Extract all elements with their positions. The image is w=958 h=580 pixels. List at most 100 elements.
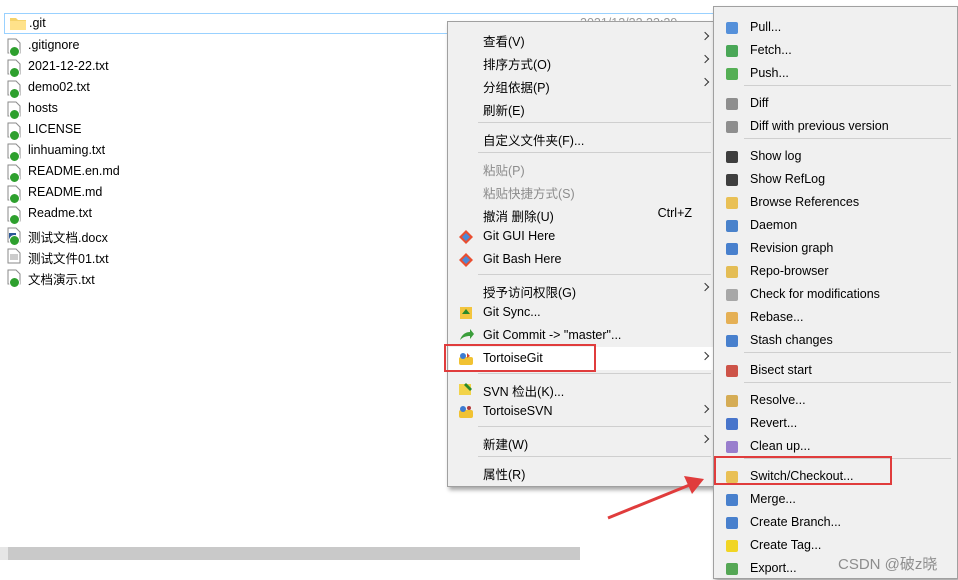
chevron-right-icon xyxy=(700,54,710,64)
file-icon xyxy=(7,185,21,204)
menu-item-label: Revision graph xyxy=(750,241,834,255)
menu-item-label: Bisect start xyxy=(750,363,812,377)
file-name: Readme.txt xyxy=(28,206,92,220)
menu-item-resolve[interactable]: Resolve... xyxy=(715,389,956,412)
file-row[interactable]: 测试文档.docx xyxy=(0,224,440,246)
menu-item-label: TortoiseSVN xyxy=(483,404,553,418)
menu-item-rebase[interactable]: Rebase... xyxy=(715,306,956,329)
file-icon xyxy=(7,101,21,120)
revision-graph-icon xyxy=(724,241,740,257)
menu-item-revert[interactable]: Revert... xyxy=(715,412,956,435)
svn-checkout-icon xyxy=(458,381,474,397)
menu-item-label: Resolve... xyxy=(750,393,806,407)
menu-item-label: 撤消 删除(U) xyxy=(483,210,554,224)
file-row[interactable]: .gitignore xyxy=(0,35,440,57)
menu-item-push[interactable]: Push... xyxy=(715,62,956,85)
file-row[interactable]: linhuaming.txt xyxy=(0,140,440,162)
menu-item-label: Diff xyxy=(750,96,769,110)
menu-item-git-sync[interactable]: Git Sync... xyxy=(449,301,716,324)
horizontal-scrollbar[interactable] xyxy=(0,547,580,560)
menu-item-undo-delete[interactable]: 撤消 删除(U) Ctrl+Z xyxy=(449,202,716,225)
menu-item-sort-by[interactable]: 排序方式(O) xyxy=(449,50,716,73)
file-row[interactable]: LICENSE xyxy=(0,119,440,141)
menu-separator xyxy=(478,373,711,374)
file-row[interactable]: Readme.txt xyxy=(0,203,440,225)
chevron-right-icon xyxy=(700,282,710,292)
file-icon xyxy=(7,164,21,183)
menu-item-customize-folder[interactable]: 自定义文件夹(F)... xyxy=(449,126,716,149)
menu-item-label: Stash changes xyxy=(750,333,833,347)
menu-item-refresh[interactable]: 刷新(E) xyxy=(449,96,716,119)
menu-item-label: Create Branch... xyxy=(750,515,842,529)
file-row[interactable]: hosts xyxy=(0,98,440,120)
menu-separator xyxy=(744,352,951,353)
file-row[interactable]: 文档演示.txt xyxy=(0,266,440,288)
menu-item-fetch[interactable]: Fetch... xyxy=(715,39,956,62)
menu-item-cleanup[interactable]: Clean up... xyxy=(715,435,956,458)
file-icon xyxy=(7,59,21,78)
menu-separator xyxy=(478,456,711,457)
chevron-right-icon xyxy=(700,77,710,87)
menu-item-browse-refs[interactable]: Browse References xyxy=(715,191,956,214)
resolve-icon xyxy=(724,393,740,409)
menu-item-shortcut: Ctrl+Z xyxy=(657,206,692,220)
show-log-icon xyxy=(724,149,740,165)
file-row[interactable]: README.md xyxy=(0,182,440,204)
create-branch-icon xyxy=(724,515,740,531)
menu-item-group-by[interactable]: 分组依据(P) xyxy=(449,73,716,96)
tortoisegit-highlight-box xyxy=(444,344,596,372)
menu-item-stash[interactable]: Stash changes xyxy=(715,329,956,352)
menu-item-bisect[interactable]: Bisect start xyxy=(715,359,956,382)
menu-item-revision-graph[interactable]: Revision graph xyxy=(715,237,956,260)
menu-item-label: Clean up... xyxy=(750,439,811,453)
menu-item-label: Pull... xyxy=(750,20,782,34)
git-diamond-icon xyxy=(458,252,474,268)
menu-item-grant-access[interactable]: 授予访问权限(G) xyxy=(449,278,716,301)
bisect-icon xyxy=(724,363,740,379)
file-row[interactable]: README.en.md xyxy=(0,161,440,183)
menu-item-label: Daemon xyxy=(750,218,798,232)
chevron-right-icon xyxy=(700,31,710,41)
menu-item-diff[interactable]: Diff xyxy=(715,92,956,115)
menu-item-diff-prev[interactable]: Diff with previous version xyxy=(715,115,956,138)
menu-item-daemon[interactable]: Daemon xyxy=(715,214,956,237)
file-name: 测试文件01.txt xyxy=(28,252,109,266)
menu-item-show-reflog[interactable]: Show RefLog xyxy=(715,168,956,191)
file-row[interactable]: demo02.txt xyxy=(0,77,440,99)
check-modifications-icon xyxy=(724,287,740,303)
menu-item-label: 刷新(E) xyxy=(483,104,525,118)
menu-item-view[interactable]: 查看(V) xyxy=(449,27,716,50)
menu-item-label: Git GUI Here xyxy=(483,229,556,243)
menu-item-tortoisesvn[interactable]: TortoiseSVN xyxy=(449,400,716,423)
menu-separator xyxy=(744,382,951,383)
word-doc-icon xyxy=(7,227,21,246)
menu-item-svn-checkout[interactable]: SVN 检出(K)... xyxy=(449,377,716,400)
menu-item-label: 分组依据(P) xyxy=(483,81,550,95)
menu-item-new[interactable]: 新建(W) xyxy=(449,430,716,453)
menu-item-label: Show RefLog xyxy=(750,172,826,186)
menu-item-repo-browser[interactable]: Repo-browser xyxy=(715,260,956,283)
menu-item-git-bash-here[interactable]: Git Bash Here xyxy=(449,248,716,271)
scrollbar-thumb[interactable] xyxy=(8,547,580,560)
menu-item-git-gui-here[interactable]: Git GUI Here xyxy=(449,225,716,248)
file-row[interactable]: 测试文件01.txt xyxy=(0,245,440,266)
chevron-right-icon xyxy=(700,351,710,361)
menu-item-show-log[interactable]: Show log xyxy=(715,145,956,168)
file-name: .gitignore xyxy=(28,38,80,52)
diff-previous-icon xyxy=(724,119,740,135)
file-row[interactable]: 2021-12-22.txt xyxy=(0,56,440,78)
switch-checkout-highlight-box xyxy=(714,456,892,485)
menu-item-label: Merge... xyxy=(750,492,796,506)
menu-item-pull[interactable]: Pull... xyxy=(715,16,956,39)
menu-item-paste-shortcut[interactable]: 粘贴快捷方式(S) xyxy=(449,179,716,202)
menu-separator xyxy=(744,85,951,86)
menu-item-paste[interactable]: 粘贴(P) xyxy=(449,156,716,179)
menu-item-label: Repo-browser xyxy=(750,264,829,278)
context-menu: 查看(V) 排序方式(O) 分组依据(P) 刷新(E) 自定义文件夹(F)...… xyxy=(447,21,718,487)
browse-references-icon xyxy=(724,195,740,211)
menu-item-create-branch[interactable]: Create Branch... xyxy=(715,511,956,534)
menu-item-merge[interactable]: Merge... xyxy=(715,488,956,511)
menu-item-label: 粘贴(P) xyxy=(483,164,525,178)
menu-item-label: Diff with previous version xyxy=(750,119,889,133)
menu-item-check-mods[interactable]: Check for modifications xyxy=(715,283,956,306)
